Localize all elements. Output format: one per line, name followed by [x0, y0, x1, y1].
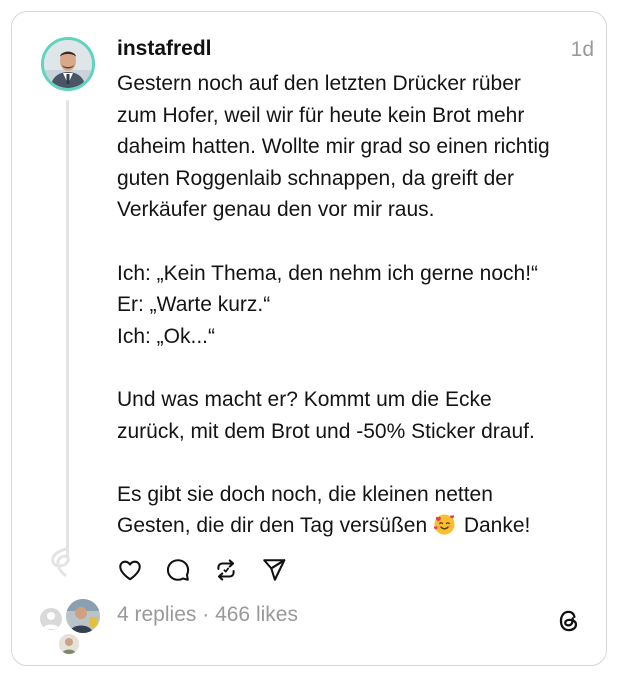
heart-icon — [119, 560, 141, 581]
repost-button[interactable] — [213, 557, 239, 583]
thread-loop-icon — [51, 547, 70, 577]
send-icon — [263, 559, 286, 581]
replier-photo — [66, 599, 100, 633]
replier-avatar — [57, 632, 81, 656]
stats-separator: · — [202, 603, 210, 626]
post-text-line: zurück, mit dem Brot und -50% Sticker dr… — [117, 419, 535, 443]
post-timestamp: 1d — [570, 38, 594, 61]
post-text-line: Gestern noch auf den letzten Drücker rüb… — [117, 72, 521, 95]
post-text-line: Es gibt sie doch noch, die kleinen nette… — [117, 482, 493, 506]
avatar[interactable] — [41, 37, 95, 91]
replier-photo — [59, 634, 79, 654]
post-text-blank-line — [117, 352, 597, 384]
post-text: Gestern noch auf den letzten Drücker rüb… — [117, 68, 597, 542]
replier-avatar — [64, 597, 102, 635]
post-text-line: Verkäufer genau den vor mir raus. — [117, 198, 435, 222]
like-button[interactable] — [117, 557, 143, 583]
replier-avatars[interactable] — [38, 597, 102, 657]
default-user-icon — [43, 612, 59, 629]
comment-bubble-icon — [166, 559, 190, 581]
profile-photo — [44, 40, 92, 88]
post-text-line: Er: „Warte kurz.“ — [117, 293, 271, 317]
post-text-line: Ich: „Ok...“ — [117, 324, 216, 348]
post-text-blank-line — [117, 226, 597, 258]
post-text-line: guten Roggenlaib schnappen, da greift de… — [117, 166, 514, 190]
post-stats: 4 replies · 466 likes — [117, 603, 298, 627]
post-text-line: Und was macht er? Kommt um die Ecke — [117, 387, 492, 411]
comment-button[interactable] — [165, 557, 191, 583]
post-text-blank-line — [117, 447, 597, 479]
post-text-line-with-emoji: Gesten, die dir den Tag versüßen Danke! — [117, 510, 597, 542]
post-text-line: daheim hatten. Wollte mir grad so einen … — [117, 135, 550, 159]
replies-count[interactable]: 4 replies — [117, 603, 196, 626]
post-text-segment: Gesten, die dir den Tag versüßen — [117, 514, 428, 538]
replier-avatar — [38, 606, 64, 632]
username[interactable]: instafredl — [117, 37, 212, 61]
repost-icon — [217, 559, 235, 581]
share-button[interactable] — [261, 557, 287, 583]
thread-line — [66, 100, 69, 558]
post-text-segment: Danke! — [457, 514, 531, 538]
post-text-line: zum Hofer, weil wir für heute kein Brot … — [117, 103, 525, 127]
likes-count[interactable]: 466 likes — [215, 603, 298, 626]
post-text-line: Ich: „Kein Thema, den nehm ich gerne noc… — [117, 261, 539, 285]
threads-logo-icon[interactable] — [556, 608, 582, 634]
smiling-face-with-hearts-emoji — [433, 514, 455, 535]
